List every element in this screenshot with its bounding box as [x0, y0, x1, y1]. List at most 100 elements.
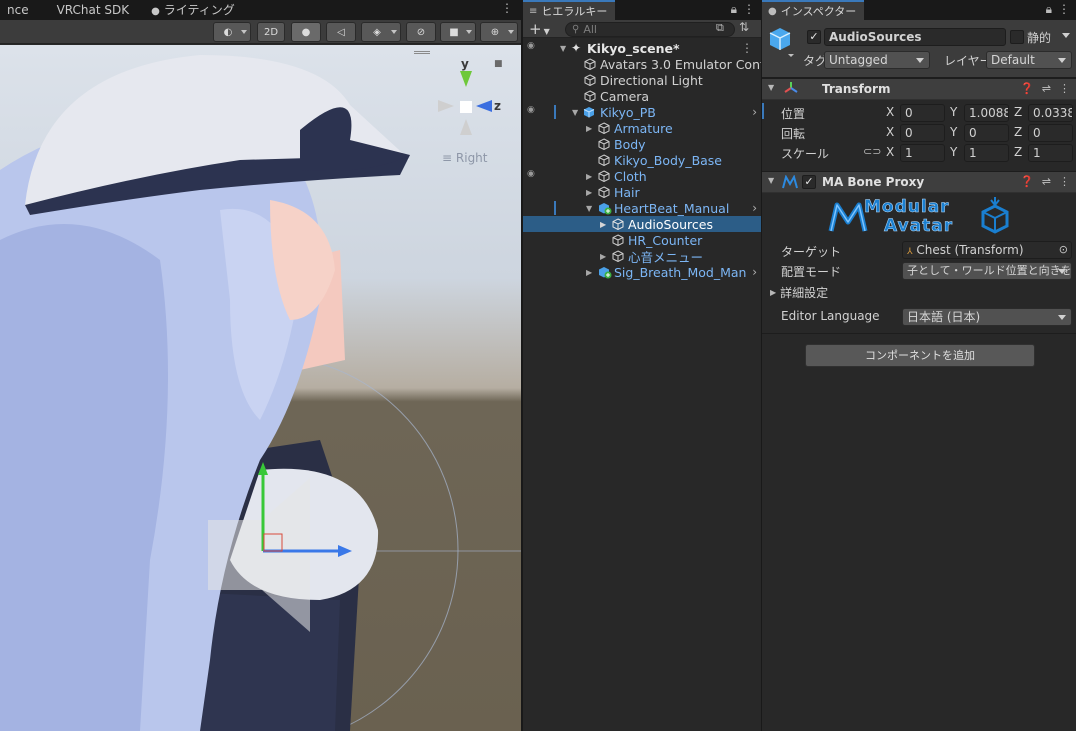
tree-row[interactable]: ▶ Hair — [523, 184, 761, 200]
rotation-x-field[interactable]: 0 — [900, 124, 945, 142]
audio-toggle[interactable]: ◁ — [326, 22, 356, 42]
axis-z-label[interactable]: Z — [1014, 125, 1022, 139]
scale-z-field[interactable]: 1 — [1028, 144, 1073, 162]
filter-icon[interactable]: ⇅ — [739, 20, 749, 34]
tree-row[interactable]: Kikyo_Body_Base — [523, 152, 761, 168]
hierarchy-search-input[interactable]: ⚲ All — [565, 22, 735, 37]
kebab-menu-icon[interactable]: ⋮ — [1058, 2, 1070, 17]
axis-y-label[interactable]: Y — [950, 105, 957, 119]
effects-dropdown[interactable]: ◈ — [361, 22, 401, 42]
mode-2d-toggle[interactable]: 2D — [257, 22, 285, 42]
chevron-right-icon[interactable]: › — [752, 201, 757, 215]
kebab-menu-icon[interactable]: ⋮ — [743, 2, 755, 17]
kebab-menu-icon[interactable]: ⋮ — [1059, 175, 1070, 188]
presets-icon[interactable]: ⇌ — [1042, 82, 1051, 95]
tree-row-prefab[interactable]: ▼ HeartBeat_Manual › — [523, 200, 761, 216]
bone-proxy-header[interactable]: ▼ ✓ MA Bone Proxy ❓ ⇌ ⋮ — [762, 171, 1076, 193]
placement-dropdown[interactable]: 子として・ワールド位置と向きを維持 — [902, 262, 1072, 280]
scene-viewport[interactable]: y z ■ ≡ Right — [0, 45, 521, 731]
eye-icon[interactable]: ◉ — [527, 41, 539, 51]
panel-divider[interactable] — [521, 0, 523, 731]
tab-menu-icon[interactable]: ⋮ — [501, 1, 513, 15]
scene-visibility-icon[interactable]: ⧉ — [716, 21, 724, 35]
advanced-foldout[interactable]: ▶ 詳細設定 — [770, 284, 828, 301]
chevron-right-icon[interactable]: › — [752, 105, 757, 119]
presets-icon[interactable]: ⇌ — [1042, 175, 1051, 188]
tab-inspector[interactable]: ● インスペクター — [762, 0, 865, 20]
orientation-gizmo[interactable]: y z ■ ≡ Right — [436, 55, 506, 165]
lock-icon[interactable]: 🔒︎ — [731, 2, 737, 17]
scale-y-field[interactable]: 1 — [964, 144, 1009, 162]
scale-x-field[interactable]: 1 — [900, 144, 945, 162]
rotation-y-field[interactable]: 0 — [964, 124, 1009, 142]
gizmo-z-cone[interactable] — [476, 100, 492, 112]
fold-arrow-icon[interactable]: ▶ — [586, 124, 596, 133]
camera-dropdown[interactable]: ■ — [440, 22, 476, 42]
tag-dropdown[interactable]: Untagged — [824, 51, 930, 69]
active-checkbox[interactable]: ✓ — [807, 30, 821, 44]
fold-arrow-icon[interactable]: ▶ — [600, 220, 610, 229]
axis-z-label[interactable]: Z — [1014, 105, 1022, 119]
tree-row-selected[interactable]: ▶ AudioSources — [523, 216, 761, 232]
fold-arrow-icon[interactable]: ▼ — [572, 108, 582, 117]
static-checkbox[interactable] — [1010, 30, 1024, 44]
gizmo-y-cone[interactable] — [460, 71, 472, 87]
fold-arrow-icon[interactable]: ▶ — [586, 172, 596, 181]
visibility-toggle[interactable]: ⊘ — [406, 22, 436, 42]
chevron-right-icon[interactable]: › — [752, 265, 757, 279]
fold-arrow-icon[interactable]: ▶ — [600, 252, 610, 261]
rotation-z-field[interactable]: 0 — [1028, 124, 1073, 142]
fold-arrow-icon[interactable]: ▼ — [768, 176, 774, 185]
drag-handle[interactable] — [414, 51, 430, 54]
tree-row[interactable]: Camera — [523, 88, 761, 104]
lock-icon[interactable]: ■ — [494, 59, 503, 69]
gizmo-center-cube[interactable] — [460, 101, 472, 113]
axis-y-label[interactable]: Y — [950, 145, 957, 159]
tab-scene[interactable]: nce — [0, 0, 36, 20]
tree-row-prefab[interactable]: ▶ Sig_Breath_Mod_Manual › — [523, 264, 761, 280]
axis-y-label[interactable]: Y — [950, 125, 957, 139]
fold-arrow-icon[interactable]: ▼ — [768, 83, 774, 92]
component-enabled-checkbox[interactable]: ✓ — [802, 175, 816, 189]
add-object-button[interactable]: + ▼ — [529, 20, 550, 38]
object-picker-icon[interactable]: ⊙ — [1059, 242, 1068, 258]
draw-mode-dropdown[interactable]: ◐ — [213, 22, 251, 42]
help-icon[interactable]: ❓ — [1020, 82, 1034, 95]
gizmo-neg-y-cone[interactable] — [460, 119, 472, 135]
tree-row[interactable]: Avatars 3.0 Emulator Control — [523, 56, 761, 72]
fold-arrow-icon[interactable]: ▼ — [586, 204, 596, 213]
tree-row[interactable]: ▶ 心音メニュー — [523, 248, 761, 265]
gizmo-x-cone[interactable] — [438, 100, 454, 112]
object-name-field[interactable]: AudioSources — [824, 28, 1006, 46]
tab-vrchat-sdk[interactable]: VRChat SDK — [50, 0, 137, 20]
link-icon[interactable]: ⊂⊃ — [863, 145, 881, 158]
add-component-button[interactable]: コンポーネントを追加 — [805, 344, 1035, 367]
tab-lighting[interactable]: ● ライティング — [144, 0, 242, 20]
fold-arrow-icon[interactable]: ▼ — [560, 44, 570, 53]
fold-arrow-icon[interactable]: ▶ — [586, 188, 596, 197]
position-y-field[interactable]: 1.0088 — [964, 104, 1009, 122]
layer-dropdown[interactable]: Default — [986, 51, 1072, 69]
kebab-menu-icon[interactable]: ⋮ — [741, 41, 753, 55]
tree-row-scene[interactable]: ◉ ▼ ✦ Kikyo_scene* ⋮ — [523, 40, 761, 56]
eye-icon[interactable]: ◉ — [527, 169, 539, 179]
help-icon[interactable]: ❓ — [1020, 175, 1034, 188]
kebab-menu-icon[interactable]: ⋮ — [1059, 82, 1070, 95]
tree-row[interactable]: Directional Light — [523, 72, 761, 88]
editor-language-dropdown[interactable]: 日本語 (日本) — [902, 308, 1072, 326]
tree-row[interactable]: ◉ ▶ Cloth — [523, 168, 761, 184]
position-x-field[interactable]: 0 — [900, 104, 945, 122]
tree-row[interactable]: ▶ Armature — [523, 120, 761, 136]
tree-row[interactable]: HR_Counter — [523, 232, 761, 248]
transform-header[interactable]: ▼ Transform ❓ ⇌ ⋮ — [762, 78, 1076, 100]
position-z-field[interactable]: 0.0338 — [1028, 104, 1073, 122]
axis-x-label[interactable]: X — [886, 105, 894, 119]
panel-divider[interactable] — [761, 0, 762, 731]
lock-icon[interactable]: 🔒︎ — [1046, 2, 1052, 17]
fold-arrow-icon[interactable]: ▶ — [586, 268, 596, 277]
axis-z-label[interactable]: Z — [1014, 145, 1022, 159]
eye-icon[interactable]: ◉ — [527, 105, 539, 115]
tree-row[interactable]: Body — [523, 136, 761, 152]
target-object-field[interactable]: ⅄ Chest (Transform) ⊙ — [902, 241, 1072, 259]
tree-row-prefab[interactable]: ◉ ▼ Kikyo_PB › — [523, 104, 761, 120]
